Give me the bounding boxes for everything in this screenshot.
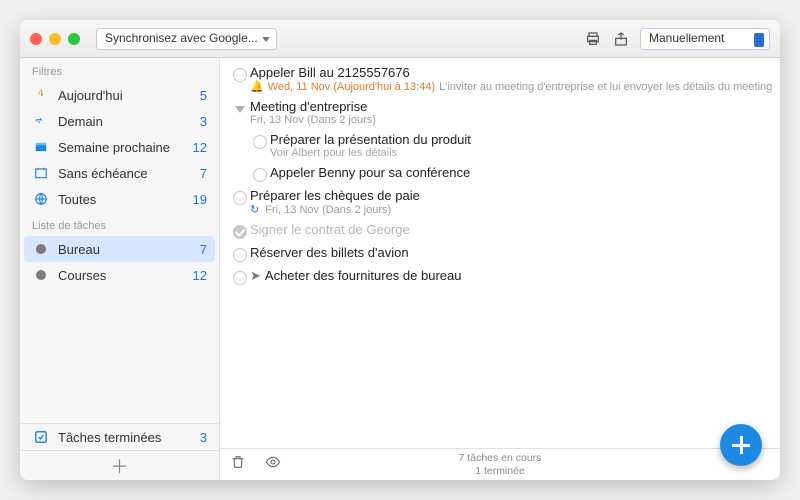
task-checkbox[interactable] bbox=[233, 248, 247, 262]
filter-tomorrow[interactable]: Demain 3 bbox=[20, 108, 219, 134]
list-bureau[interactable]: Bureau 7 bbox=[24, 236, 215, 262]
close-icon[interactable] bbox=[30, 33, 42, 45]
trash-icon[interactable] bbox=[230, 454, 246, 475]
task-due: Wed, 11 Nov (Aujourd'hui à 13:44) bbox=[268, 81, 435, 93]
task-date: Fri, 13 Nov (Dans 2 jours) bbox=[250, 114, 376, 126]
list-count: 12 bbox=[193, 268, 207, 283]
list-count: 7 bbox=[200, 242, 207, 257]
lists-header: Liste de tâches bbox=[20, 212, 219, 236]
task-checkbox[interactable] bbox=[253, 168, 267, 182]
nodate-icon bbox=[32, 165, 50, 181]
list-dot-icon bbox=[32, 267, 50, 283]
location-icon: ➤ bbox=[250, 268, 261, 283]
task-checkbox[interactable] bbox=[233, 191, 247, 205]
task-title: Appeler Benny pour sa conférence bbox=[270, 165, 772, 180]
task-title: ➤Acheter des fournitures de bureau bbox=[250, 268, 772, 284]
filter-count: 19 bbox=[193, 192, 207, 207]
task-title: Préparer la présentation du produit bbox=[270, 132, 772, 147]
task-checkbox-done[interactable] bbox=[233, 225, 247, 239]
add-list-button[interactable]: ＋ bbox=[111, 453, 129, 479]
zoom-icon[interactable] bbox=[68, 33, 80, 45]
globe-icon bbox=[32, 191, 50, 207]
task-checkbox[interactable] bbox=[253, 135, 267, 149]
add-task-fab[interactable] bbox=[720, 424, 762, 466]
eye-icon[interactable] bbox=[264, 454, 282, 475]
filter-all[interactable]: Toutes 19 bbox=[20, 186, 219, 212]
footer-status: 7 tâches en cours 1 terminée bbox=[459, 452, 542, 476]
task-checkbox[interactable] bbox=[233, 68, 247, 82]
list-dot-icon bbox=[32, 241, 50, 257]
task-title: Meeting d'entreprise bbox=[250, 99, 772, 114]
completed-label: Tâches terminées bbox=[58, 430, 161, 445]
task-title: Préparer les chèques de paie bbox=[250, 188, 772, 203]
filter-today[interactable]: Aujourd'hui 5 bbox=[20, 82, 219, 108]
filter-week[interactable]: Semaine prochaine 12 bbox=[20, 134, 219, 160]
filter-label: Semaine prochaine bbox=[58, 140, 170, 155]
list-courses[interactable]: Courses 12 bbox=[20, 262, 219, 288]
task-note: L'inviter au meeting d'entreprise et lui… bbox=[439, 81, 772, 93]
task-row-done[interactable]: Signer le contrat de George bbox=[224, 219, 772, 242]
titlebar: Synchronisez avec Google... Manuellement bbox=[20, 20, 780, 58]
task-note: Voir Albert pour les détails bbox=[270, 147, 772, 159]
week-icon bbox=[32, 139, 50, 155]
sidebar-footer: ＋ bbox=[20, 450, 219, 480]
sort-select[interactable]: Manuellement bbox=[640, 28, 770, 50]
filter-label: Aujourd'hui bbox=[58, 88, 123, 103]
sync-select[interactable]: Synchronisez avec Google... bbox=[96, 28, 277, 50]
minimize-icon[interactable] bbox=[49, 33, 61, 45]
check-icon bbox=[32, 429, 50, 445]
filter-nodate[interactable]: Sans échéance 7 bbox=[20, 160, 219, 186]
disclosure-icon[interactable] bbox=[235, 106, 245, 113]
window-controls bbox=[30, 33, 80, 45]
today-icon bbox=[32, 87, 50, 103]
filter-label: Sans échéance bbox=[58, 166, 148, 181]
filter-count: 3 bbox=[200, 114, 207, 129]
task-date: Fri, 13 Nov (Dans 2 jours) bbox=[265, 204, 391, 216]
repeat-icon: ↻ bbox=[250, 203, 259, 216]
tomorrow-icon bbox=[32, 113, 50, 129]
filter-count: 7 bbox=[200, 166, 207, 181]
sidebar: Filtres Aujourd'hui 5 Demain 3 Semaine p… bbox=[20, 58, 220, 480]
task-group[interactable]: Meeting d'entreprise Fri, 13 Nov (Dans 2… bbox=[224, 96, 772, 129]
list-label: Bureau bbox=[58, 242, 100, 257]
completed-tasks[interactable]: Tâches terminées 3 bbox=[20, 423, 219, 450]
task-row[interactable]: Réserver des billets d'avion bbox=[224, 242, 772, 265]
share-icon[interactable] bbox=[612, 30, 630, 48]
task-row[interactable]: Appeler Bill au 2125557676 🔔 Wed, 11 Nov… bbox=[224, 62, 772, 96]
filter-label: Toutes bbox=[58, 192, 96, 207]
task-title: Réserver des billets d'avion bbox=[250, 245, 772, 260]
list-label: Courses bbox=[58, 268, 106, 283]
filters-header: Filtres bbox=[20, 58, 219, 82]
task-title: Appeler Bill au 2125557676 bbox=[250, 65, 772, 80]
task-title: Signer le contrat de George bbox=[250, 222, 772, 237]
filter-label: Demain bbox=[58, 114, 103, 129]
bell-icon: 🔔 bbox=[250, 80, 264, 93]
task-checkbox[interactable] bbox=[233, 271, 247, 285]
subtask-row[interactable]: Appeler Benny pour sa conférence bbox=[224, 162, 772, 185]
subtask-row[interactable]: Préparer la présentation du produit Voir… bbox=[224, 129, 772, 162]
print-icon[interactable] bbox=[584, 30, 602, 48]
completed-count: 3 bbox=[200, 430, 207, 445]
task-list: Appeler Bill au 2125557676 🔔 Wed, 11 Nov… bbox=[220, 58, 780, 448]
main-area: Appeler Bill au 2125557676 🔔 Wed, 11 Nov… bbox=[220, 58, 780, 480]
main-footer: 7 tâches en cours 1 terminée bbox=[220, 448, 780, 480]
task-row[interactable]: Préparer les chèques de paie ↻ Fri, 13 No… bbox=[224, 185, 772, 219]
filter-count: 12 bbox=[193, 140, 207, 155]
app-window: Synchronisez avec Google... Manuellement… bbox=[20, 20, 780, 480]
task-row[interactable]: ➤Acheter des fournitures de bureau bbox=[224, 265, 772, 288]
filter-count: 5 bbox=[200, 88, 207, 103]
